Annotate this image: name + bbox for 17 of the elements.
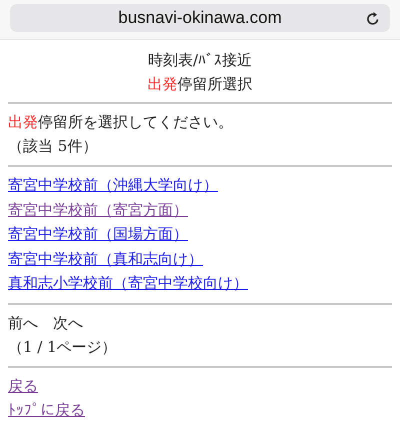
reload-icon[interactable] [366, 11, 380, 26]
stop-link[interactable]: 寄宮中学校前（沖縄大学向け） [8, 176, 218, 194]
prev-text: 前へ [8, 312, 38, 334]
next-text: 次へ [53, 312, 83, 334]
page-subtitle: 出発停留所選択 [146, 74, 254, 95]
address-bar[interactable]: busnavi-okinawa.com [10, 4, 390, 32]
stop-link[interactable]: 寄宮中学校前（国場方面） [8, 225, 188, 244]
stop-link[interactable]: 寄宮中学校前（寄宮方面） [8, 200, 188, 219]
url-text: busnavi-okinawa.com [118, 8, 282, 28]
page-title: 時刻表/ﾊﾞｽ接近 [146, 50, 254, 71]
stop-link[interactable]: 真和志小学校前（寄宮中学校向け） [8, 274, 248, 292]
back-link[interactable]: 戻る [8, 376, 38, 395]
instruction-text: 出発停留所を選択してください。 [8, 112, 234, 133]
page-indicator: （1 / 1ページ） [8, 336, 118, 358]
result-count: （該当 5件） [8, 136, 98, 157]
stop-link[interactable]: 寄宮中学校前（真和志向け） [8, 250, 203, 268]
back-link[interactable]: ﾄｯﾌﾟに戻る [8, 400, 85, 419]
